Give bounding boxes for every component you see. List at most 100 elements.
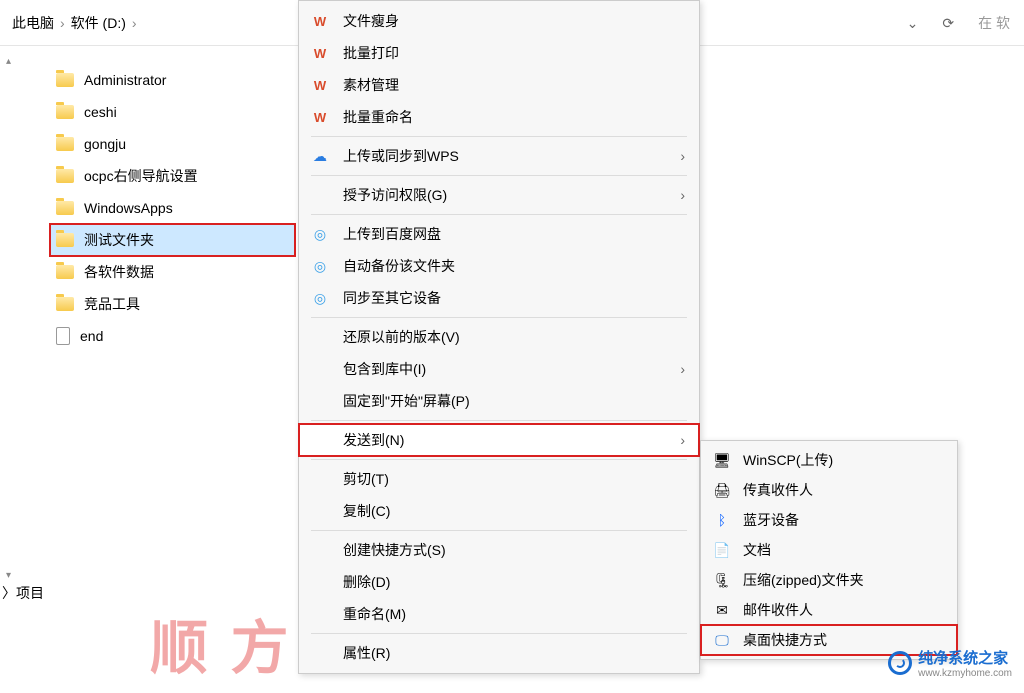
submenu-item-winscp[interactable]: 🖥WinSCP(上传) [701,445,957,475]
menu-item-send-to[interactable]: 发送到(N)› [299,424,699,456]
list-item[interactable]: end [50,320,295,352]
menu-label: 批量打印 [343,43,685,63]
file-icon [56,327,70,345]
scroll-up-icon[interactable]: ▴ [6,56,11,67]
menu-item-wps-assets[interactable]: W素材管理 [299,69,699,101]
crumb-drive[interactable]: 软件 (D:) [71,13,126,33]
menu-item-copy[interactable]: 复制(C) [299,495,699,527]
separator [311,136,687,137]
background-decoration: 顺 方 [150,601,293,685]
submenu-item-bluetooth[interactable]: ᛒ蓝牙设备 [701,505,957,535]
watermark-url: www.kzmyhome.com [918,668,1012,679]
folder-icon [56,105,74,119]
menu-item-wps-print[interactable]: W 批量打印 [299,37,699,69]
menu-label: 创建快捷方式(S) [343,540,685,560]
menu-label: 重命名(M) [343,604,685,624]
wps-icon: W [311,44,329,62]
folder-icon [56,169,74,183]
folder-label: Administrator [84,72,166,88]
list-item[interactable]: ocpc右侧导航设置 [50,160,295,192]
menu-item-grant-access[interactable]: 授予访问权限(G)› [299,179,699,211]
folder-icon [56,297,74,311]
wps-icon: W [311,76,329,94]
mail-icon: ✉ [713,601,731,619]
menu-label: 同步至其它设备 [343,288,685,308]
folder-label: gongju [84,136,126,152]
separator [311,317,687,318]
chevron-right-icon: › [132,15,137,31]
list-item[interactable]: gongju [50,128,295,160]
folder-icon [56,201,74,215]
chevron-right-icon: › [60,15,65,31]
submenu-item-mail[interactable]: ✉ 邮件收件人 [701,595,957,625]
folder-icon [56,137,74,151]
folder-list: Administrator ceshi gongju ocpc右侧导航设置 Wi… [50,64,295,352]
submenu-item-zip[interactable]: 🗜压缩(zipped)文件夹 [701,565,957,595]
menu-label: 自动备份该文件夹 [343,256,685,276]
document-icon: 📄 [713,541,731,559]
chevron-right-icon: › [680,361,685,377]
list-item-selected[interactable]: 测试文件夹 [50,224,295,256]
separator [311,633,687,634]
folder-icon [56,73,74,87]
list-item[interactable]: WindowsApps [50,192,295,224]
submenu-label: 传真收件人 [743,480,813,500]
menu-label: 复制(C) [343,501,685,521]
crumb-root[interactable]: 此电脑 [12,13,54,33]
wps-icon: W [311,12,329,30]
menu-label: 还原以前的版本(V) [343,327,685,347]
submenu-item-fax[interactable]: 🖨 传真收件人 [701,475,957,505]
menu-label: 剪切(T) [343,469,685,489]
menu-item-delete[interactable]: 删除(D) [299,566,699,598]
search-input[interactable]: 在 软 [978,13,1010,33]
menu-item-wps-upload[interactable]: ☁上传或同步到WPS› [299,140,699,172]
folder-icon [56,233,74,247]
menu-label: 固定到"开始"屏幕(P) [343,391,685,411]
menu-label: 授予访问权限(G) [343,185,666,205]
send-to-submenu: 🖥WinSCP(上传) 🖨 传真收件人 ᛒ蓝牙设备 📄 文档 🗜压缩(zipped)… [700,440,958,660]
menu-item-rename[interactable]: 重命名(M) [299,598,699,630]
menu-item-pin-start[interactable]: 固定到"开始"屏幕(P) [299,385,699,417]
folder-icon [56,265,74,279]
list-item[interactable]: ceshi [50,96,295,128]
baidu-icon: ◎ [311,257,329,275]
menu-item-wps-slim[interactable]: W 文件瘦身 [299,5,699,37]
file-label: end [80,328,103,344]
menu-item-properties[interactable]: 属性(R) [299,637,699,669]
menu-item-baidu-upload[interactable]: ◎上传到百度网盘 [299,218,699,250]
folder-label: 各软件数据 [84,262,154,282]
separator [311,420,687,421]
menu-item-include-lib[interactable]: 包含到库中(I)› [299,353,699,385]
submenu-label: 邮件收件人 [743,600,813,620]
scroll-down-icon[interactable]: ▾ [6,570,11,581]
separator [311,530,687,531]
submenu-item-docs[interactable]: 📄 文档 [701,535,957,565]
menu-item-baidu-sync[interactable]: ◎同步至其它设备 [299,282,699,314]
list-item[interactable]: 各软件数据 [50,256,295,288]
desktop-icon: 🖵 [713,631,731,649]
submenu-label: 蓝牙设备 [743,510,799,530]
context-menu: W 文件瘦身 W 批量打印 W素材管理 W批量重命名 ☁上传或同步到WPS› 授予访… [298,0,700,674]
chevron-right-icon: › [680,432,685,448]
menu-item-restore[interactable]: 还原以前的版本(V) [299,321,699,353]
separator [311,214,687,215]
history-dropdown[interactable]: ⌄ [907,15,919,32]
menu-item-baidu-backup[interactable]: ◎ 自动备份该文件夹 [299,250,699,282]
menu-item-shortcut[interactable]: 创建快捷方式(S) [299,534,699,566]
list-item[interactable]: 竞品工具 [50,288,295,320]
watermark: 纯净系统之家 www.kzmyhome.com [888,647,1012,679]
menu-item-cut[interactable]: 剪切(T) [299,463,699,495]
fax-icon: 🖨 [713,481,731,499]
submenu-label: 压缩(zipped)文件夹 [743,570,864,590]
submenu-label: 文档 [743,540,771,560]
refresh-button[interactable]: ⟳ [942,15,954,32]
winscp-icon: 🖥 [713,451,731,469]
status-bar: 〉项目 [2,583,44,603]
cloud-icon: ☁ [311,147,329,165]
folder-label: 竞品工具 [84,294,140,314]
menu-label: 文件瘦身 [343,11,685,31]
baidu-icon: ◎ [311,225,329,243]
breadcrumb[interactable]: 此电脑 › 软件 (D:) › [12,13,137,33]
list-item[interactable]: Administrator [50,64,295,96]
menu-item-wps-rename[interactable]: W批量重命名 [299,101,699,133]
